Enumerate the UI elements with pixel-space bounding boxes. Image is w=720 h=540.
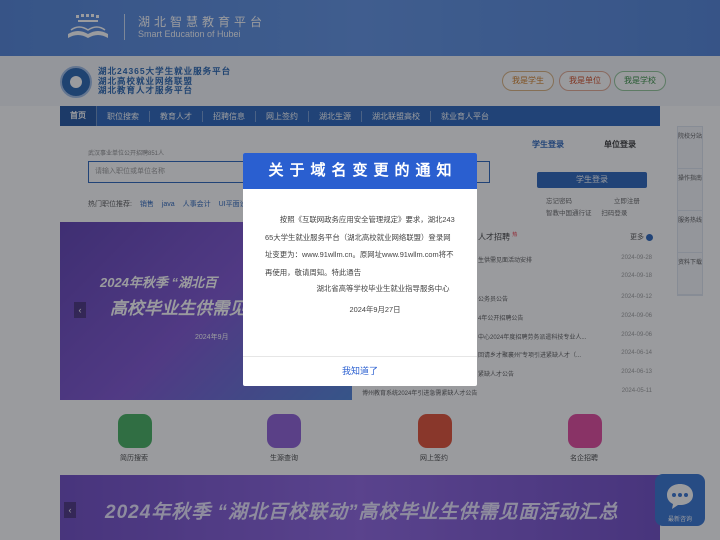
dialog-title: 关于域名变更的通知 — [243, 153, 477, 189]
dialog-signature: 湖北省高等学校毕业生就业指导服务中心 — [316, 284, 450, 293]
dialog-message: 按照《互联网政务应用安全管理规定》要求，湖北24365大学生就业服务平台（湖北高… — [265, 215, 455, 277]
acknowledge-button[interactable]: 我知道了 — [243, 357, 477, 386]
dialog-date: 2024年9月27日 — [349, 305, 401, 314]
domain-change-dialog: 关于域名变更的通知 按照《互联网政务应用安全管理规定》要求，湖北24365大学生… — [243, 153, 477, 386]
dialog-body: 按照《互联网政务应用安全管理规定》要求，湖北24365大学生就业服务平台（湖北高… — [265, 211, 457, 281]
